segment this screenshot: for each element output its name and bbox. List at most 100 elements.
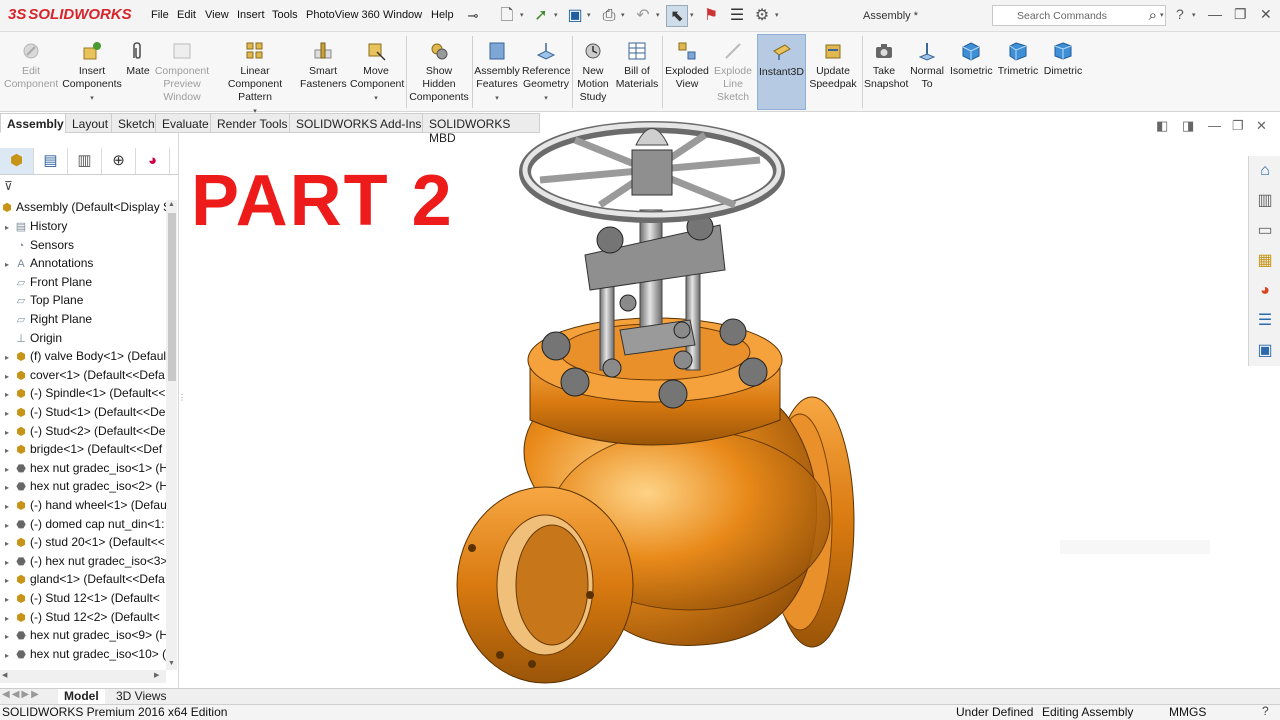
viewport-minimize-icon[interactable]: — (1208, 118, 1221, 133)
insert-components-button[interactable]: Insert Components ▾ (62, 34, 122, 110)
exploded-view-button[interactable]: Exploded View (664, 34, 710, 110)
tree-item[interactable]: ▸ ⬢ brigde<1> (Default<<Def (0, 440, 166, 458)
save-dropdown-icon[interactable]: ▾ (587, 11, 591, 19)
design-library-icon[interactable]: ▥ (1253, 189, 1277, 213)
tree-root-assembly[interactable]: ⬢ Assembly (Default<Display S (0, 198, 166, 216)
assembly-features-button[interactable]: Assembly Features ▾ (474, 34, 520, 110)
search-dropdown-icon[interactable]: ▾ (1160, 11, 1164, 19)
menu-view[interactable]: View (205, 9, 229, 21)
file-properties-icon[interactable]: ☰ (726, 5, 748, 27)
tree-item[interactable]: ▸ ▤ History (0, 217, 166, 235)
reference-geometry-button[interactable]: Reference Geometry ▾ (522, 34, 570, 110)
tree-item[interactable]: ▱ Front Plane (0, 273, 166, 291)
rebuild-icon[interactable]: ⚑ (700, 5, 722, 27)
filter-icon[interactable]: ⊽ (4, 179, 13, 193)
open-dropdown-icon[interactable]: ▾ (554, 11, 558, 19)
status-help-icon[interactable]: ? (1262, 704, 1269, 719)
tree-item[interactable]: ▸ ⬢ (-) Stud 12<2> (Default< (0, 608, 166, 626)
tree-item[interactable]: ▸ ⬢ (-) Stud<2> (Default<<De (0, 422, 166, 440)
reference-geometry-dropdown-icon[interactable]: ▾ (522, 92, 570, 105)
property-manager-icon[interactable]: ▤ (34, 148, 68, 174)
viewport-close-icon[interactable]: ✕ (1256, 118, 1267, 134)
scroll-left-icon[interactable]: ◀ (2, 671, 7, 679)
help-dropdown-icon[interactable]: ▾ (1192, 11, 1196, 19)
expand-arrow-icon[interactable]: ▸ (0, 386, 14, 402)
display-manager-icon[interactable]: ◕ (136, 148, 170, 174)
close-icon[interactable]: ✕ (1260, 6, 1272, 23)
viewport-restore-icon[interactable]: ❐ (1232, 118, 1244, 134)
assembly-features-dropdown-icon[interactable]: ▾ (474, 92, 520, 105)
expand-arrow-icon[interactable]: ▸ (0, 405, 14, 421)
edit-component-button[interactable]: Edit Component (4, 34, 58, 110)
restore-icon[interactable]: ❐ (1234, 6, 1247, 23)
tab-model[interactable]: Model (58, 689, 105, 705)
minimize-icon[interactable]: — (1208, 6, 1222, 22)
move-component-button[interactable]: Move Component ▾ (350, 34, 404, 110)
select-dropdown-icon[interactable]: ▾ (690, 11, 694, 19)
units-system[interactable]: MMGS (1169, 705, 1206, 720)
print-icon[interactable]: ⎙ (598, 5, 620, 27)
menu-file[interactable]: File (151, 9, 169, 21)
tile-left-icon[interactable]: ◧ (1156, 118, 1168, 134)
tab-navigation-arrows-icon[interactable]: ◀◀▶▶ (2, 689, 41, 700)
tree-item[interactable]: ▸ A Annotations (0, 254, 166, 272)
expand-arrow-icon[interactable]: ▸ (0, 572, 14, 588)
file-explorer-icon[interactable]: ▭ (1253, 219, 1277, 243)
menu-edit[interactable]: Edit (177, 9, 196, 21)
undo-dropdown-icon[interactable]: ▾ (656, 11, 660, 19)
mate-button[interactable]: Mate (124, 34, 152, 110)
explode-line-sketch-button[interactable]: Explode Line Sketch (712, 34, 754, 110)
undo-icon[interactable]: ↶ (632, 5, 654, 27)
configuration-manager-icon[interactable]: ▥ (68, 148, 102, 174)
menu-window[interactable]: Window (383, 9, 422, 21)
tab-3d-views[interactable]: 3D Views (110, 689, 172, 705)
menu-tools[interactable]: Tools (272, 9, 298, 21)
expand-arrow-icon[interactable]: ▸ (0, 461, 14, 477)
options-dropdown-icon[interactable]: ▾ (775, 11, 779, 19)
tree-item[interactable]: ▸ ⬣ hex nut gradec_iso<9> (H (0, 626, 166, 644)
show-hidden-components-button[interactable]: Show Hidden Components (408, 34, 470, 110)
search-commands-input[interactable]: Search Commands ⌕ (992, 5, 1166, 26)
expand-arrow-icon[interactable]: ▸ (0, 442, 14, 458)
instant3d-button[interactable]: Instant3D (757, 34, 806, 110)
tree-item[interactable]: ▸ ⬣ (-) domed cap nut_din<1: (0, 515, 166, 533)
update-speedpak-button[interactable]: Update Speedpak (808, 34, 858, 110)
expand-arrow-icon[interactable]: ▸ (0, 256, 14, 272)
take-snapshot-button[interactable]: Take Snapshot (864, 34, 908, 110)
tab-layout[interactable]: Layout (65, 113, 116, 133)
menu-help[interactable]: Help (431, 9, 454, 21)
tree-item[interactable]: ▸ ⬢ (-) hand wheel<1> (Defau (0, 496, 166, 514)
open-icon[interactable]: ➚ (530, 5, 552, 27)
dimetric-button[interactable]: Dimetric (1042, 34, 1084, 110)
tree-item[interactable]: ▸ ⬣ hex nut gradec_iso<2> (H (0, 477, 166, 495)
tree-item[interactable]: ▸ ⬢ gland<1> (Default<<Defa (0, 570, 166, 588)
tree-horizontal-scrollbar[interactable] (0, 670, 166, 683)
tree-item[interactable]: ▸ ⬢ cover<1> (Default<<Defa (0, 366, 166, 384)
tree-item[interactable]: ▱ Top Plane (0, 291, 166, 309)
tree-item[interactable]: ▸ ⬣ (-) hex nut gradec_iso<3> (0, 552, 166, 570)
solidworks-resources-home-icon[interactable]: ⌂ (1253, 159, 1277, 183)
help-icon[interactable]: ? (1176, 6, 1184, 22)
forum-icon[interactable]: ▣ (1253, 339, 1277, 363)
tree-item[interactable]: ▸ ⬢ (-) Stud 12<1> (Default< (0, 589, 166, 607)
expand-arrow-icon[interactable]: ▸ (0, 424, 14, 440)
tree-item[interactable]: ▸ ⬢ (-) stud 20<1> (Default<< (0, 533, 166, 551)
menu-insert[interactable]: Insert (237, 9, 265, 21)
tree-item[interactable]: ▱ Right Plane (0, 310, 166, 328)
expand-arrow-icon[interactable]: ▸ (0, 368, 14, 384)
view-palette-icon[interactable]: ▦ (1253, 249, 1277, 273)
tree-item[interactable]: ▸ ⬢ (-) Stud<1> (Default<<De (0, 403, 166, 421)
tile-right-icon[interactable]: ◨ (1182, 118, 1194, 134)
expand-arrow-icon[interactable]: ▸ (0, 591, 14, 607)
dimxpert-manager-icon[interactable]: ⊕ (102, 148, 136, 174)
new-dropdown-icon[interactable]: ▾ (520, 11, 524, 19)
new-motion-study-button[interactable]: New Motion Study (574, 34, 612, 110)
new-document-icon[interactable]: 🗋 (496, 5, 518, 27)
expand-arrow-icon[interactable]: ▸ (0, 610, 14, 626)
scroll-up-icon[interactable]: ▲ (168, 201, 175, 208)
custom-properties-icon[interactable]: ☰ (1253, 309, 1277, 333)
globe-valve-3d-model[interactable] (440, 112, 870, 688)
trimetric-button[interactable]: Trimetric (996, 34, 1040, 110)
tab-evaluate[interactable]: Evaluate (155, 113, 216, 133)
linear-component-pattern-button[interactable]: Linear Component Pattern ▾ (212, 34, 298, 115)
